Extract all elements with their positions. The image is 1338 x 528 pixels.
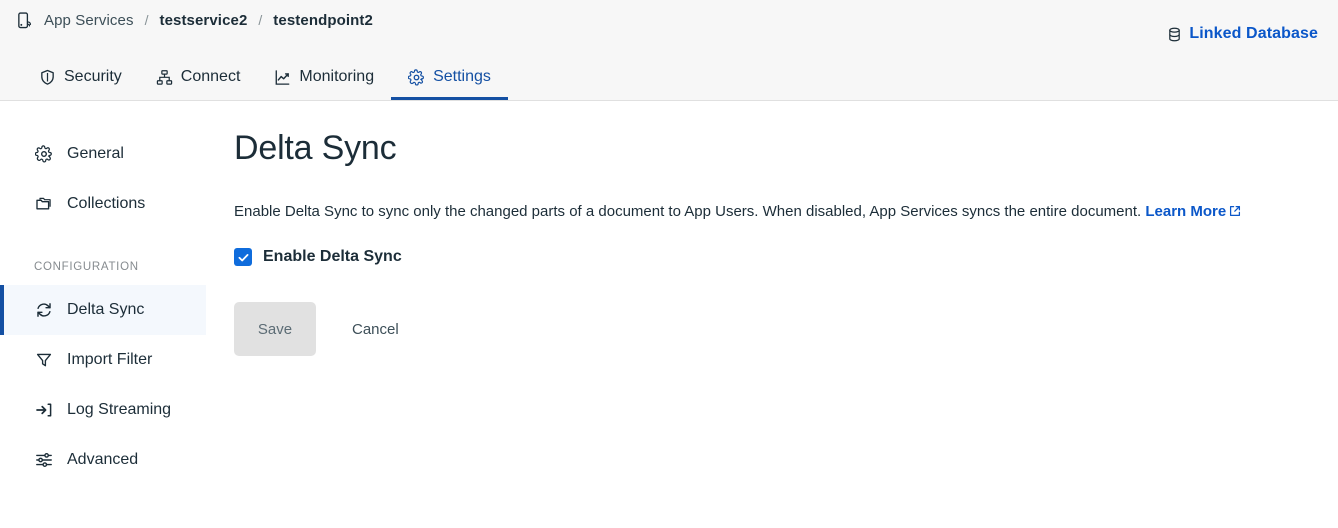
- form-actions: Save Cancel: [234, 302, 1308, 356]
- page-header: App Services / testservice2 / testendpoi…: [0, 0, 1338, 101]
- active-nav-indicator: [0, 285, 4, 335]
- sidebar-item-collections-label: Collections: [67, 195, 145, 213]
- sidebar-item-advanced-label: Advanced: [67, 451, 138, 469]
- tab-settings[interactable]: Settings: [391, 54, 508, 100]
- tab-settings-label: Settings: [433, 68, 491, 86]
- tab-monitoring[interactable]: Monitoring: [257, 54, 391, 100]
- breadcrumb: App Services / testservice2 / testendpoi…: [16, 7, 373, 33]
- folders-icon: [34, 195, 54, 213]
- main-content: Delta Sync Enable Delta Sync to sync onl…: [206, 101, 1338, 528]
- enable-delta-sync-checkbox[interactable]: [234, 248, 252, 266]
- arrow-into-bracket-icon: [34, 401, 54, 419]
- refresh-sync-icon: [34, 301, 54, 319]
- gear-icon: [34, 145, 54, 163]
- page-body: General Collections CONFIGURATION: [0, 101, 1338, 528]
- enable-delta-sync-checkbox-row[interactable]: Enable Delta Sync: [234, 248, 1308, 266]
- cancel-button[interactable]: Cancel: [336, 302, 415, 356]
- tab-security[interactable]: Security: [22, 54, 139, 100]
- description-text: Enable Delta Sync to sync only the chang…: [234, 203, 1141, 220]
- sidebar-item-delta-sync-label: Delta Sync: [67, 301, 144, 319]
- sidebar-item-general-label: General: [67, 145, 124, 163]
- chart-line-icon: [274, 69, 291, 86]
- sidebar-item-log-streaming-label: Log Streaming: [67, 401, 171, 419]
- external-link-icon: [1229, 205, 1241, 217]
- funnel-icon: [34, 351, 54, 369]
- check-icon: [237, 251, 250, 264]
- tab-monitoring-label: Monitoring: [299, 68, 374, 86]
- sidebar-item-delta-sync[interactable]: Delta Sync: [0, 285, 206, 335]
- learn-more-link[interactable]: Learn More: [1145, 203, 1241, 220]
- hierarchy-icon: [156, 69, 173, 86]
- shield-icon: [39, 69, 56, 86]
- gear-icon: [408, 69, 425, 86]
- breadcrumb-service-link[interactable]: testservice2: [159, 12, 247, 29]
- learn-more-label: Learn More: [1145, 203, 1226, 220]
- breadcrumb-separator-2: /: [258, 12, 262, 28]
- tab-connect[interactable]: Connect: [139, 54, 258, 100]
- database-icon: [1167, 27, 1182, 42]
- page-description: Enable Delta Sync to sync only the chang…: [234, 202, 1308, 222]
- linked-database-link[interactable]: Linked Database: [1167, 25, 1318, 43]
- breadcrumb-root-link[interactable]: App Services: [44, 12, 134, 29]
- tab-security-label: Security: [64, 68, 122, 86]
- page-title: Delta Sync: [234, 129, 1308, 168]
- sidebar-item-collections[interactable]: Collections: [0, 179, 206, 229]
- sidebar-item-import-filter-label: Import Filter: [67, 351, 152, 369]
- linked-database-label: Linked Database: [1189, 25, 1318, 43]
- sliders-icon: [34, 451, 54, 469]
- settings-sidebar: General Collections CONFIGURATION: [0, 101, 206, 528]
- enable-delta-sync-label: Enable Delta Sync: [263, 248, 402, 266]
- tab-connect-label: Connect: [181, 68, 241, 86]
- sidebar-item-general[interactable]: General: [0, 129, 206, 179]
- tab-bar: Security Connect Monitori: [22, 52, 508, 100]
- breadcrumb-separator-1: /: [145, 12, 149, 28]
- breadcrumb-endpoint-link[interactable]: testendpoint2: [273, 12, 373, 29]
- sidebar-section-configuration: CONFIGURATION: [0, 261, 206, 273]
- sidebar-item-advanced[interactable]: Advanced: [0, 435, 206, 485]
- active-tab-indicator: [391, 97, 508, 100]
- app-services-device-icon: [16, 11, 35, 30]
- sidebar-item-log-streaming[interactable]: Log Streaming: [0, 385, 206, 435]
- save-button[interactable]: Save: [234, 302, 316, 356]
- sidebar-item-import-filter[interactable]: Import Filter: [0, 335, 206, 385]
